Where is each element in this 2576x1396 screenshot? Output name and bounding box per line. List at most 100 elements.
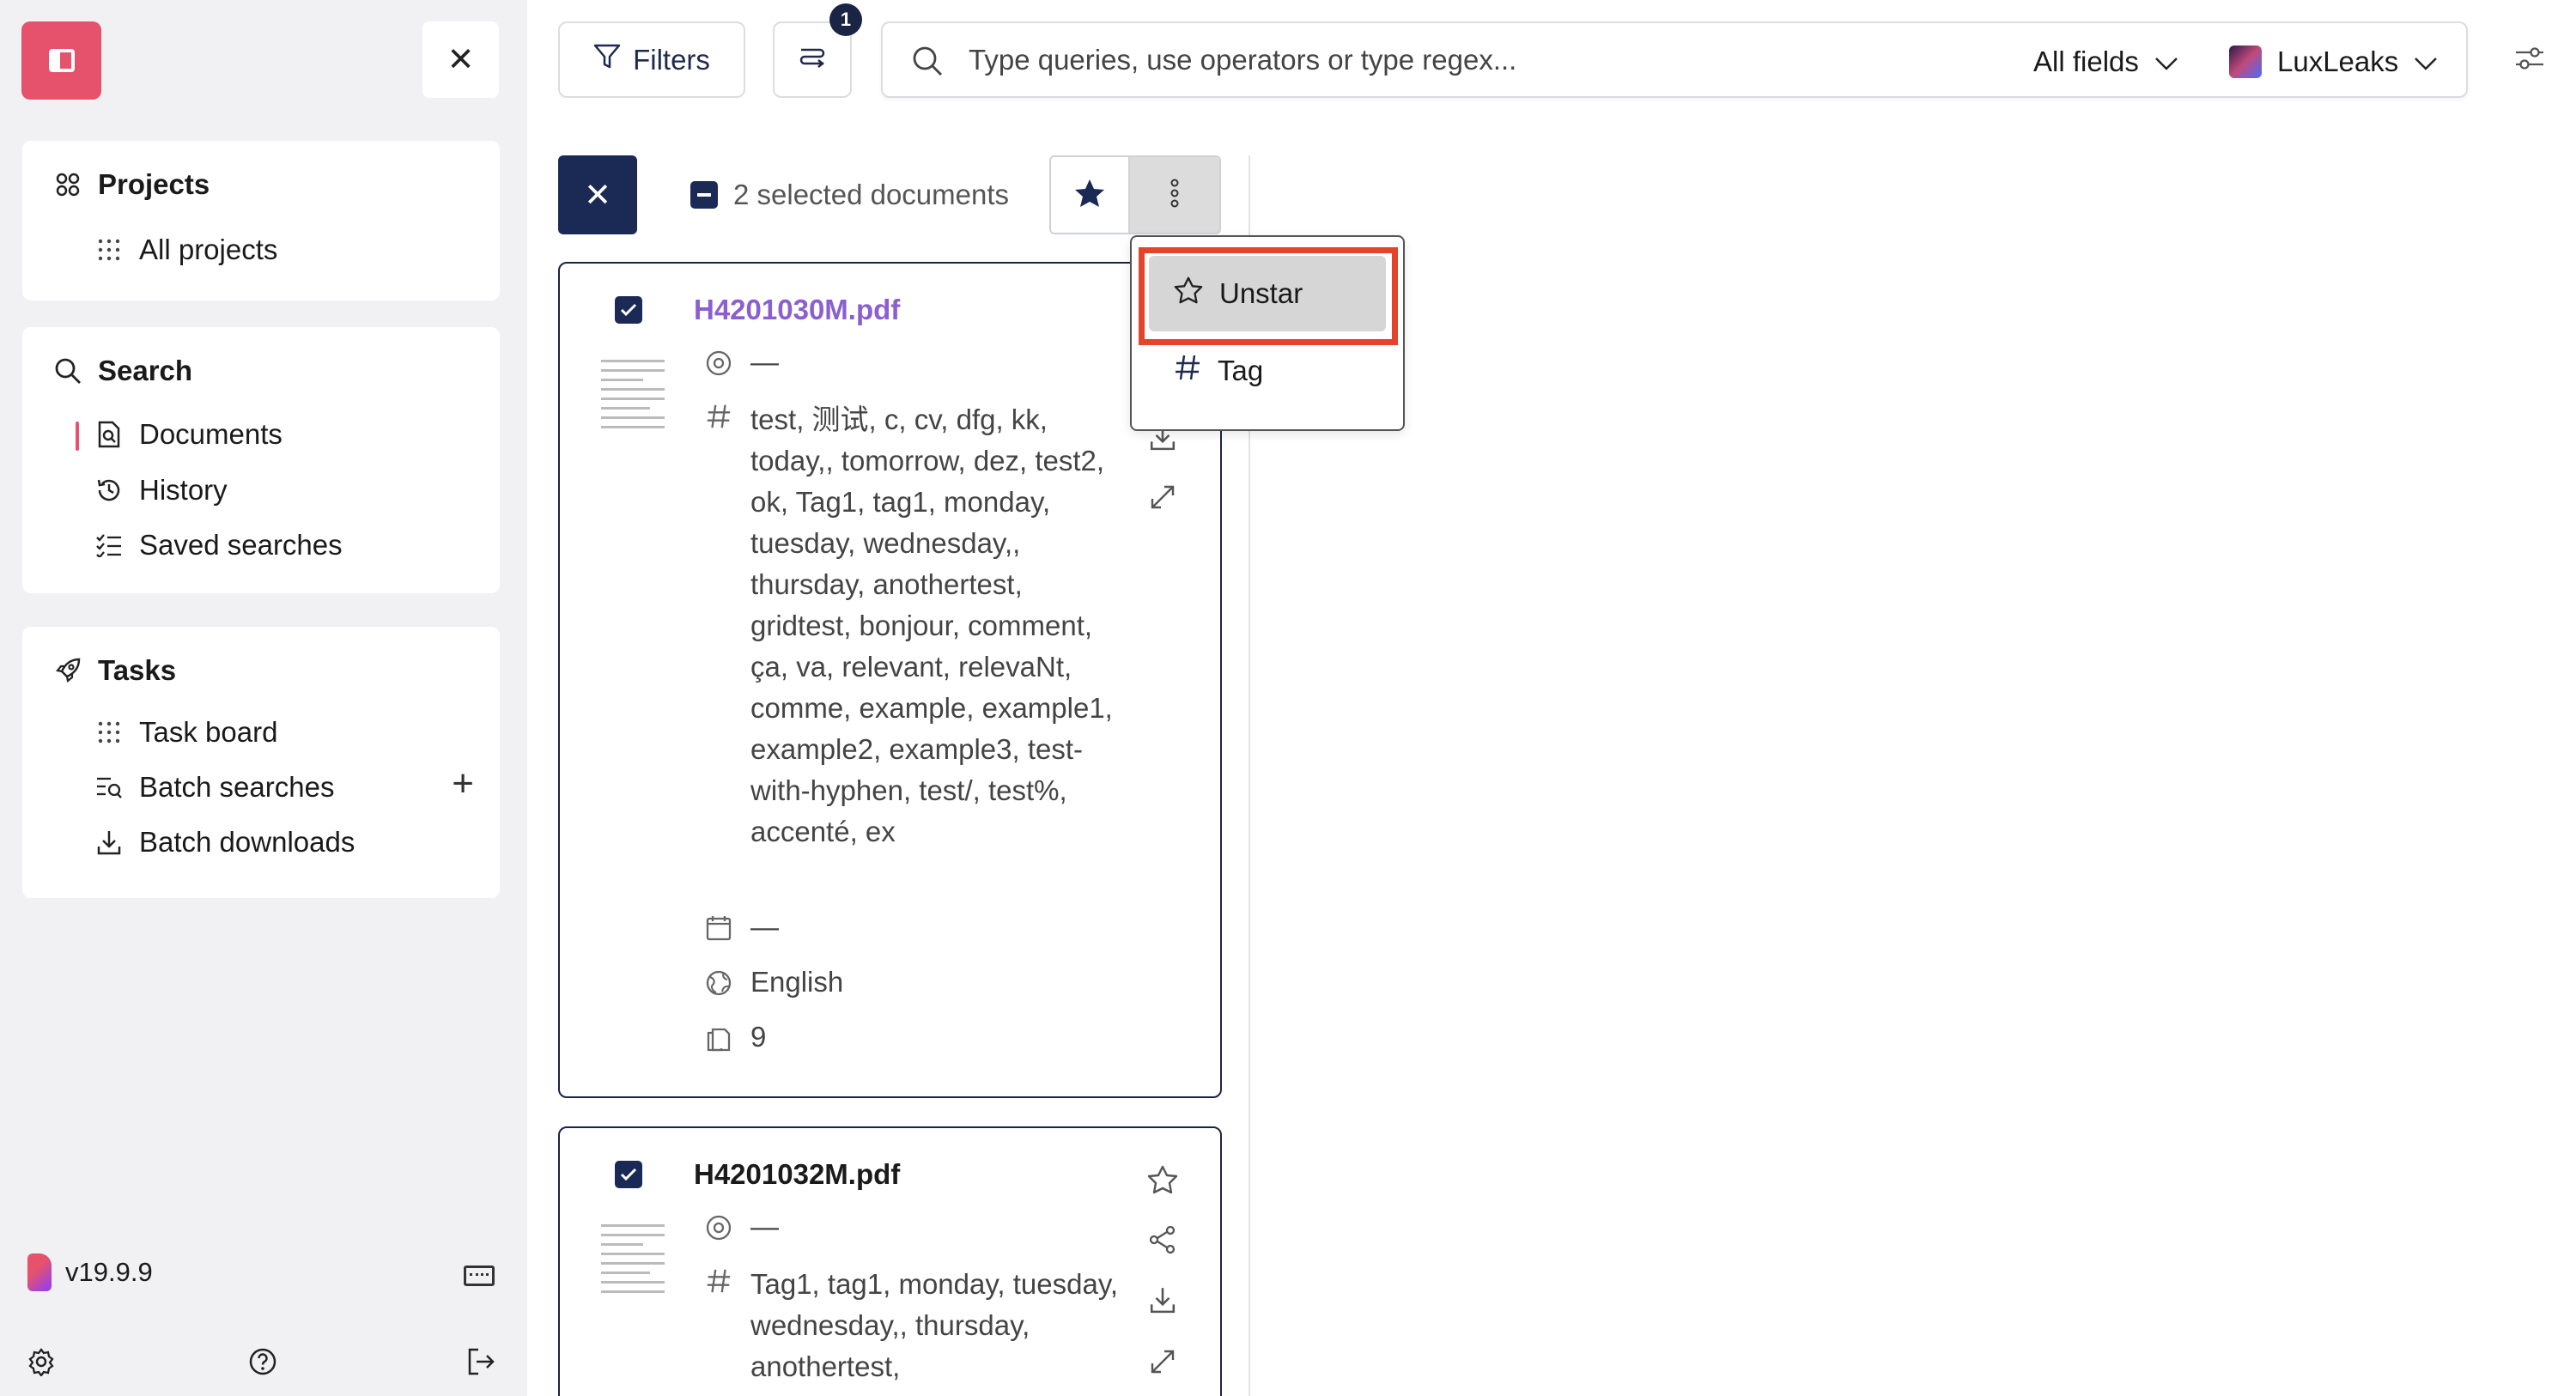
selection-summary: 2 selected documents <box>690 179 1009 211</box>
tasks-card: Tasks Task board Batch searches + Batch … <box>22 627 500 898</box>
document-title-link[interactable]: H4201032M.pdf <box>694 1158 900 1191</box>
close-icon: ✕ <box>447 42 475 78</box>
fields-dropdown-label: All fields <box>2033 46 2139 77</box>
search-heading-label: Search <box>98 355 193 386</box>
author-value: — <box>750 346 779 378</box>
filter-icon <box>593 44 621 76</box>
settings-gear-icon[interactable] <box>24 1344 58 1379</box>
user-circle-icon <box>704 346 733 377</box>
selection-actions-group <box>1049 155 1221 234</box>
project-dropdown[interactable]: LuxLeaks <box>2229 42 2438 82</box>
calendar-icon <box>704 911 733 942</box>
document-thumbnail[interactable] <box>598 353 668 440</box>
projects-heading[interactable]: Projects <box>53 168 210 201</box>
actions-menu: Unstar Tag <box>1130 235 1405 431</box>
date-value: — <box>750 911 779 943</box>
document-checkbox[interactable] <box>615 296 642 324</box>
sidebar-item-label: Saved searches <box>139 529 343 561</box>
document-tags: test, 测试, c, cv, dfg, kk, today,, tomorr… <box>704 399 1120 853</box>
user-circle-icon <box>704 1211 733 1241</box>
clear-selection-button[interactable]: ✕ <box>558 155 637 234</box>
sidebar-item-task-board[interactable]: Task board <box>94 716 277 749</box>
sidebar-item-batch-downloads[interactable]: Batch downloads <box>94 826 355 859</box>
document-author: — <box>704 346 779 379</box>
sidebar-item-saved-searches[interactable]: Saved searches <box>94 529 343 561</box>
star-outline-icon <box>1173 276 1204 312</box>
globe-icon <box>704 966 733 997</box>
sidebar-toggle-button[interactable] <box>21 21 101 100</box>
more-actions-button[interactable] <box>1130 157 1219 233</box>
sidebar-item-label: All projects <box>139 234 278 265</box>
grid-dots-icon <box>94 718 124 747</box>
indeterminate-checkbox[interactable] <box>690 181 718 209</box>
version-label: v19.9.9 <box>65 1257 153 1287</box>
document-author: — <box>704 1211 779 1243</box>
expand-icon[interactable] <box>1144 1343 1182 1381</box>
filters-label: Filters <box>633 43 710 76</box>
menu-item-tag[interactable]: Tag <box>1149 333 1386 409</box>
sort-count-badge: 1 <box>829 3 862 36</box>
document-card[interactable]: H4201032M.pdf — Tag1, tag1, monday, tues… <box>558 1126 1222 1396</box>
chevron-down-icon <box>2154 46 2178 78</box>
sidebar-item-label: Batch downloads <box>139 826 355 858</box>
document-search-icon <box>94 420 124 449</box>
hash-icon <box>704 1264 733 1295</box>
search-card: Search Documents History Saved searches <box>22 327 500 593</box>
sort-icon <box>798 42 827 78</box>
sidebar-item-label: Batch searches <box>139 771 335 803</box>
star-filled-icon <box>1073 178 1106 213</box>
projects-card: Projects All projects <box>22 141 500 300</box>
app-logo <box>27 1253 52 1291</box>
tags-value: test, 测试, c, cv, dfg, kk, today,, tomorr… <box>750 404 1113 847</box>
search-heading[interactable]: Search <box>53 355 192 387</box>
fields-dropdown[interactable]: All fields <box>2033 42 2178 82</box>
search-input[interactable] <box>969 39 1999 82</box>
sidebar: ✕ Projects All projects Search Documents… <box>0 0 527 1396</box>
menu-item-unstar[interactable]: Unstar <box>1149 256 1386 331</box>
sidebar-item-label: Documents <box>139 418 283 450</box>
close-sidebar-button[interactable]: ✕ <box>422 21 499 98</box>
sidebar-item-all-projects[interactable]: All projects <box>94 234 277 266</box>
document-card[interactable]: H4201030M.pdf — test, 测试, c, cv, dfg, kk… <box>558 262 1222 1098</box>
hash-icon <box>1173 353 1202 389</box>
star-selected-button[interactable] <box>1051 157 1130 233</box>
tasks-heading[interactable]: Tasks <box>53 654 176 687</box>
document-title-link[interactable]: H4201030M.pdf <box>694 294 900 326</box>
logout-icon[interactable] <box>464 1344 498 1379</box>
document-thumbnail[interactable] <box>598 1217 668 1305</box>
share-icon[interactable] <box>1144 1221 1182 1259</box>
app-version: v19.9.9 <box>27 1253 153 1291</box>
active-indicator <box>76 422 79 451</box>
selection-count-label: 2 selected documents <box>733 179 1010 210</box>
expand-icon[interactable] <box>1144 478 1182 516</box>
more-vertical-icon <box>1170 179 1179 212</box>
pages-value: 9 <box>750 1021 767 1053</box>
document-checkbox[interactable] <box>615 1161 642 1188</box>
panel-icon <box>49 49 75 72</box>
language-value: English <box>750 966 844 998</box>
filters-button[interactable]: Filters <box>558 21 745 98</box>
projects-heading-label: Projects <box>98 168 210 200</box>
menu-item-label: Tag <box>1218 355 1264 386</box>
help-icon[interactable] <box>246 1344 280 1379</box>
keyboard-icon[interactable] <box>464 1266 495 1286</box>
menu-item-label: Unstar <box>1219 277 1303 309</box>
project-thumbnail <box>2229 46 2262 78</box>
close-icon: ✕ <box>584 177 611 214</box>
list-search-icon <box>94 773 124 802</box>
download-icon <box>94 828 124 857</box>
sidebar-item-label: Task board <box>139 716 278 748</box>
add-batch-search-button[interactable]: + <box>452 762 474 805</box>
document-date: — <box>704 911 779 944</box>
sliders-icon[interactable] <box>2514 43 2545 78</box>
star-outline-icon[interactable] <box>1144 1161 1182 1199</box>
pages-icon <box>704 1021 733 1052</box>
rocket-icon <box>53 656 82 685</box>
sidebar-item-history[interactable]: History <box>94 474 228 507</box>
sidebar-item-documents[interactable]: Documents <box>94 418 283 451</box>
hash-icon <box>704 399 733 430</box>
download-icon[interactable] <box>1144 1281 1182 1319</box>
checklist-icon <box>94 531 124 560</box>
author-value: — <box>750 1211 779 1242</box>
sidebar-item-batch-searches[interactable]: Batch searches <box>94 771 334 804</box>
